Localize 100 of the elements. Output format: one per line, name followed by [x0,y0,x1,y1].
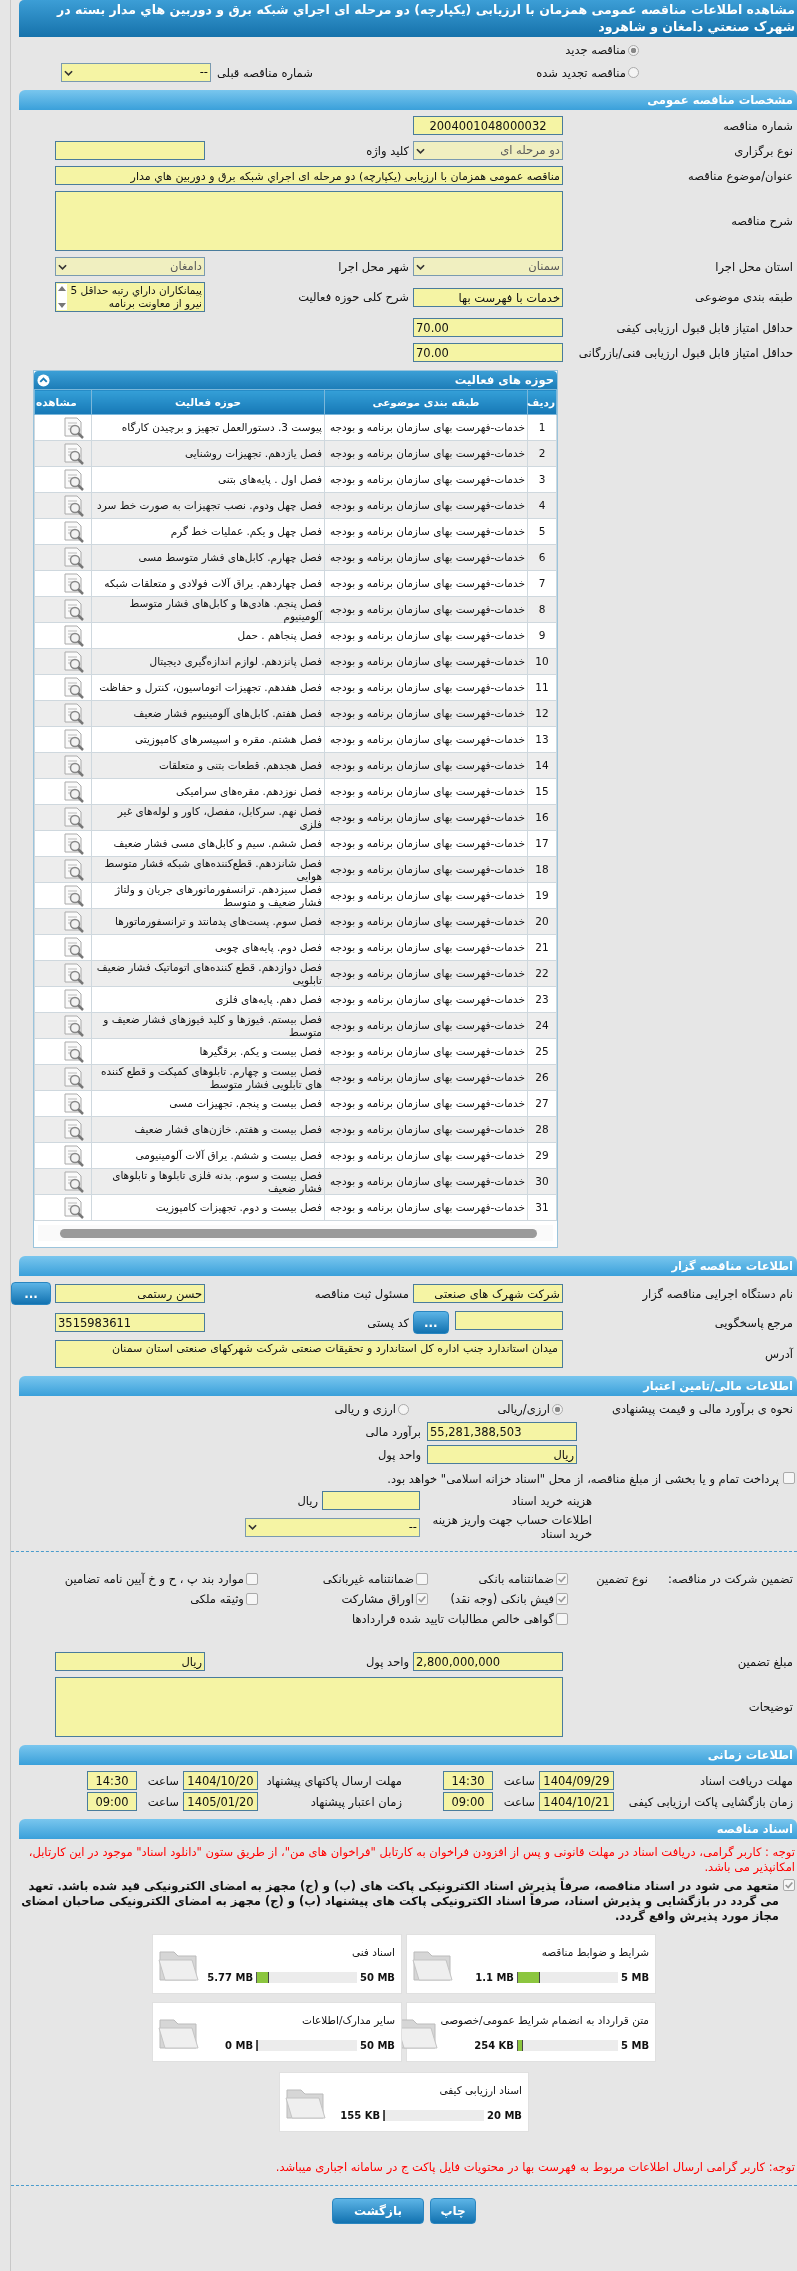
checkbox[interactable] [783,1879,795,1891]
checkbox[interactable] [415,1593,428,1605]
date-field[interactable]: 1405/01/20 [183,1792,258,1811]
page-title: مشاهده اطلاعات مناقصه عمومی همزمان با ارزیابی (یکپارچه) دو مرحله ای اجراي شبکه برق و دوربین هاي مدار بسته در شهرک صنعتي دامغان و شاهرود [19,0,797,37]
table-cell: خدمات-فهرست بهای سازمان برنامه و بودجه [324,1064,528,1091]
document-magnifier-icon[interactable] [62,1013,86,1038]
checkbox[interactable] [245,1593,258,1605]
field-label: حداقل امتیاز قابل قبول ارزیابی فنی/بازرگانی [577,345,793,360]
table-cell: فصل هفتم. کابل‌های آلومینیوم فشار ضعیف [91,700,325,727]
document-magnifier-icon[interactable] [62,961,86,986]
checkbox-label: اوراق مشارکت [341,1592,414,1606]
browse-button[interactable]: ... [413,1311,449,1334]
table-cell: خدمات-فهرست بهای سازمان برنامه و بودجه [324,908,528,935]
table-cell: خدمات-فهرست بهای سازمان برنامه و بودجه [324,492,528,519]
scroll-arrows-icon[interactable] [57,284,67,310]
table-cell: 14 [527,752,557,779]
document-magnifier-icon[interactable] [62,727,86,752]
currency-field[interactable]: ریال [55,1652,205,1671]
estimate-field[interactable]: 55,281,388,503 [427,1422,577,1441]
document-magnifier-icon[interactable] [62,779,86,804]
time-field[interactable]: 09:00 [87,1792,137,1811]
checkbox[interactable] [555,1593,568,1605]
document-magnifier-icon[interactable] [62,1117,86,1142]
column-header: ردیف [527,389,557,415]
document-magnifier-icon[interactable] [62,415,86,440]
time-field[interactable]: 14:30 [443,1771,493,1790]
keyword-field[interactable] [55,141,205,160]
checkbox[interactable] [783,1472,795,1484]
document-magnifier-icon[interactable] [62,1065,86,1090]
previous-number-select[interactable]: -- [61,63,211,82]
radio-button[interactable] [628,67,639,78]
field-label: عنوان/موضوع مناقصه [687,168,793,183]
min-quality-score-field[interactable]: 70.00 [413,318,563,337]
action-button[interactable]: بازگشت [332,2198,424,2224]
min-technical-score-field[interactable]: 70.00 [413,343,563,362]
horizontal-scrollbar[interactable] [38,1225,553,1241]
description-field[interactable] [55,191,563,251]
document-magnifier-icon[interactable] [62,675,86,700]
subject-field[interactable]: مناقصه عمومی همزمان با ارزیابی (یکپارچه) دو مرحله ای اجراي شبکه برق و دوربین هاي مدار [55,166,563,185]
registrar-field[interactable]: حسن رستمی [55,1284,205,1303]
document-fee-field[interactable] [322,1491,420,1510]
table-cell: 31 [527,1194,557,1221]
document-magnifier-icon[interactable] [62,857,86,882]
checkbox[interactable] [415,1573,428,1585]
organization-field[interactable]: شرکت شهرک های صنعتی [413,1284,563,1303]
radio-button[interactable] [628,44,639,56]
file-name: اسناد ارزیابی کیفی [438,2083,522,2096]
document-magnifier-icon[interactable] [62,467,86,492]
time-field[interactable]: 09:00 [443,1792,493,1811]
document-magnifier-icon[interactable] [62,1169,86,1194]
account-select[interactable]: -- [245,1517,420,1537]
postal-code-field[interactable]: 3515983611 [55,1313,205,1332]
field-label: مهلت ارسال پاکتهای پیشنهاد [265,1773,402,1788]
field-label: اطلاعات حساب جهت واریز هزینه خرید اسناد [431,1513,592,1541]
notes-field[interactable] [55,1677,563,1737]
document-magnifier-icon[interactable] [62,597,86,622]
document-magnifier-icon[interactable] [62,571,86,596]
document-magnifier-icon[interactable] [62,493,86,518]
radio-button[interactable] [398,1403,409,1415]
currency-field[interactable]: ریال [427,1445,577,1464]
file-size-label: 5.77 MB [207,1971,253,1983]
document-magnifier-icon[interactable] [62,987,86,1012]
date-field[interactable]: 1404/09/29 [539,1771,614,1790]
document-magnifier-icon[interactable] [62,1143,86,1168]
time-field[interactable]: 14:30 [87,1771,137,1790]
column-header: مشاهده [34,389,92,415]
table-cell: فصل نهم. سرکابل، مفصل، کاور و لوله‌های غیر فلزی [91,804,325,831]
document-magnifier-icon[interactable] [62,909,86,934]
max-size-label: 5 MB [621,1971,649,1983]
checkbox[interactable] [245,1573,258,1585]
document-magnifier-icon[interactable] [62,649,86,674]
collapse-icon[interactable] [37,373,50,387]
document-magnifier-icon[interactable] [62,831,86,856]
file-name: متن قرارداد به انضمام شرایط عمومی/خصوصی [440,2013,649,2026]
document-magnifier-icon[interactable] [62,883,86,908]
document-magnifier-icon[interactable] [62,701,86,726]
guarantee-amount-field[interactable]: 2,800,000,000 [413,1652,563,1671]
document-magnifier-icon[interactable] [62,623,86,648]
document-magnifier-icon[interactable] [62,1195,86,1220]
checkbox[interactable] [555,1613,568,1625]
field-label: مرجع پاسخگویی [713,1315,793,1330]
browse-button[interactable]: ... [11,1282,51,1305]
document-magnifier-icon[interactable] [62,805,86,830]
document-magnifier-icon[interactable] [62,1039,86,1064]
document-magnifier-icon[interactable] [62,545,86,570]
date-field[interactable]: 1404/10/20 [183,1771,258,1790]
radio-button[interactable] [552,1403,563,1415]
action-button[interactable]: چاپ [430,2198,476,2224]
table-cell: 5 [527,518,557,545]
address-field[interactable]: میدان استاندارد جنب اداره کل استاندارد و تحقیقات صنعتی شرکت شهرکهای صنعتی استان سمنان [55,1340,563,1368]
date-field[interactable]: 1404/10/21 [539,1792,614,1811]
reference-field[interactable] [454,1311,563,1330]
document-magnifier-icon[interactable] [62,441,86,466]
document-magnifier-icon[interactable] [62,753,86,778]
document-magnifier-icon[interactable] [62,1091,86,1116]
category-field[interactable]: خدمات با فهرست بها [413,287,563,307]
document-magnifier-icon[interactable] [62,935,86,960]
checkbox[interactable] [555,1573,568,1585]
document-magnifier-icon[interactable] [62,519,86,544]
table-cell: خدمات-فهرست بهای سازمان برنامه و بودجه [324,1116,528,1143]
